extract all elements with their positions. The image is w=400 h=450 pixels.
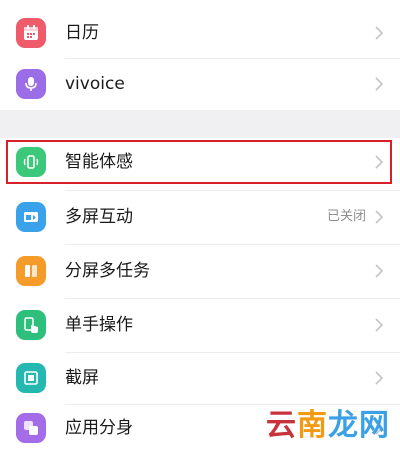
calendar-icon <box>16 18 46 48</box>
settings-item-label: 多屏互动 <box>65 207 133 227</box>
phone-motion-icon <box>16 147 46 177</box>
settings-item-smart-motion[interactable]: 智能体感 <box>0 139 400 185</box>
settings-item-multi-screen[interactable]: 多屏互动 已关闭 <box>0 191 400 243</box>
chevron-right-icon <box>375 318 384 332</box>
chevron-right-icon <box>375 26 384 40</box>
settings-item-label: 分屏多任务 <box>65 261 150 281</box>
settings-item-label: 智能体感 <box>65 152 133 172</box>
microphone-icon <box>16 69 46 99</box>
settings-item-label: vivoice <box>65 74 125 94</box>
screenshot-icon <box>16 363 46 393</box>
section-gap <box>0 110 400 138</box>
settings-item-one-hand[interactable]: 单手操作 <box>0 299 400 351</box>
settings-item-label: 截屏 <box>65 368 99 388</box>
split-screen-icon <box>16 256 46 286</box>
settings-item-calendar[interactable]: 日历 <box>0 8 400 58</box>
settings-item-label: 日历 <box>65 23 99 43</box>
settings-item-split-screen[interactable]: 分屏多任务 <box>0 245 400 297</box>
watermark-logo: 云南龙网 <box>266 408 390 443</box>
app-clone-icon <box>16 412 46 443</box>
screen-cast-icon <box>16 202 46 232</box>
chevron-right-icon <box>375 371 384 385</box>
chevron-right-icon <box>375 210 384 224</box>
settings-item-screenshot[interactable]: 截屏 <box>0 353 400 403</box>
settings-item-label: 单手操作 <box>65 315 133 335</box>
status-text: 已关闭 <box>326 209 366 224</box>
settings-item-label: 应用分身 <box>65 417 133 438</box>
chevron-right-icon <box>375 264 384 278</box>
chevron-right-icon <box>375 77 384 91</box>
settings-item-vivoice[interactable]: vivoice <box>0 59 400 109</box>
one-hand-icon <box>16 310 46 340</box>
chevron-right-icon <box>375 155 384 169</box>
